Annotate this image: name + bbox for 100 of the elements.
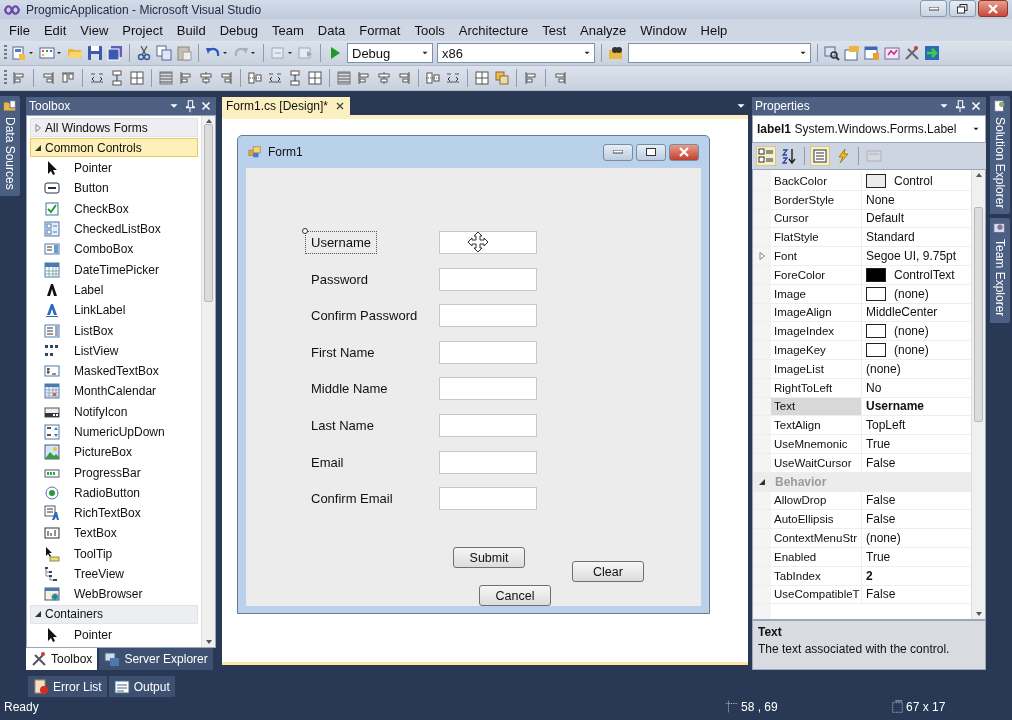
menu-item[interactable]: View [73, 20, 116, 40]
new-project-icon[interactable] [11, 45, 27, 61]
menu-item[interactable]: File [2, 20, 37, 40]
toolbox-item[interactable]: CheckBox [30, 198, 198, 219]
form-label[interactable]: Email [305, 450, 350, 474]
property-value[interactable]: Default [866, 211, 905, 226]
object-browser-icon[interactable] [864, 45, 880, 61]
toolbox-item[interactable]: ListView [30, 340, 198, 361]
property-name[interactable]: AllowDrop [771, 491, 862, 510]
bottom-tab[interactable]: Output [108, 676, 175, 697]
property-value[interactable]: (none) [866, 361, 901, 376]
toolbox-item[interactable]: DateTimePicker [30, 259, 198, 280]
property-name[interactable]: TextAlign [771, 416, 862, 435]
toolbox-item[interactable]: ListBox [30, 320, 198, 341]
text-input[interactable] [439, 413, 537, 437]
toolbox-item[interactable]: MaskedTextBox [30, 360, 198, 382]
property-name[interactable]: Enabled [771, 547, 862, 566]
toolbox-item[interactable]: LinkLabel [30, 300, 198, 321]
toolbox-item[interactable]: ToolTip [30, 543, 198, 564]
form-button[interactable]: Submit [453, 547, 525, 568]
property-value[interactable]: No [866, 380, 882, 395]
panel-tab[interactable]: Toolbox [26, 648, 98, 670]
menu-item[interactable]: Edit [36, 20, 74, 40]
solution-window-icon[interactable] [824, 45, 840, 61]
close-icon[interactable] [199, 99, 213, 113]
save-all-icon[interactable] [107, 45, 123, 61]
property-name[interactable]: FlatStyle [771, 228, 862, 247]
scroll-down-icon[interactable] [974, 611, 983, 617]
layout-icon[interactable] [11, 70, 27, 86]
form-label[interactable]: Confirm Password [305, 304, 424, 328]
layout-icon[interactable] [376, 70, 392, 86]
menu-item[interactable]: Project [115, 20, 170, 40]
toolbox-window-icon[interactable] [884, 45, 900, 61]
copy-icon[interactable] [156, 45, 172, 61]
property-name[interactable]: AutoEllipsis [771, 510, 862, 529]
pin-icon[interactable] [953, 99, 967, 113]
property-name[interactable]: UseCompatibleT [771, 585, 862, 604]
close-icon[interactable] [969, 99, 983, 113]
toolbox-item[interactable]: Label [30, 279, 198, 301]
layout-icon[interactable] [40, 70, 56, 86]
property-value[interactable]: True [866, 437, 891, 452]
menu-item[interactable]: Window [633, 20, 694, 40]
menu-item[interactable]: Data [310, 20, 353, 40]
toolbox-item[interactable]: NotifyIcon [30, 401, 198, 422]
forward-icon[interactable] [298, 45, 314, 61]
menu-item[interactable]: Analyze [573, 20, 634, 40]
text-input[interactable] [439, 340, 537, 364]
menu-item[interactable]: Team [265, 20, 311, 40]
toolbox-item[interactable]: Pointer [30, 158, 198, 179]
toolbox-item[interactable]: ProgressBar [30, 462, 198, 483]
scroll-up-icon[interactable] [974, 172, 983, 178]
configuration-dropdown[interactable]: Debug [347, 43, 433, 63]
scrollbar-thumb[interactable] [974, 207, 983, 422]
toolbox-item[interactable]: WebBrowser [30, 584, 198, 605]
layout-icon[interactable] [60, 70, 76, 86]
toolbox-item[interactable]: Button [30, 178, 198, 199]
layout-icon[interactable] [356, 70, 372, 86]
restore-button[interactable] [949, 0, 976, 17]
toolbox-item[interactable]: TreeView [30, 563, 198, 585]
property-value[interactable]: Control [894, 173, 933, 188]
scrollbar[interactable] [201, 116, 215, 647]
maximize-button[interactable] [636, 143, 666, 161]
toolbox-item[interactable]: NumericUpDown [30, 421, 198, 443]
layout-icon[interactable] [178, 70, 194, 86]
property-value[interactable]: (none) [866, 531, 901, 546]
menu-item[interactable]: Debug [212, 20, 265, 40]
layout-icon[interactable] [267, 70, 283, 86]
property-value[interactable]: False [866, 587, 896, 602]
property-name[interactable]: ImageIndex [771, 322, 862, 341]
close-button[interactable] [978, 0, 1008, 17]
object-selector[interactable]: label1 System.Windows.Forms.Label [752, 115, 986, 143]
save-icon[interactable] [87, 45, 103, 61]
group-header[interactable]: Containers [30, 604, 198, 624]
property-value[interactable]: (none) [894, 324, 929, 339]
property-value[interactable]: (none) [894, 286, 929, 301]
property-name[interactable]: Image [771, 284, 862, 303]
property-name[interactable]: ForeColor [771, 266, 862, 284]
property-value[interactable]: MiddleCenter [866, 305, 938, 320]
property-value[interactable]: False [866, 493, 896, 508]
property-value[interactable]: Segoe UI, 9.75pt [866, 249, 957, 264]
tools-icon[interactable] [904, 45, 920, 61]
group-header[interactable]: Common Controls [30, 138, 198, 157]
menu-item[interactable]: Test [535, 20, 574, 40]
scrollbar-thumb[interactable] [204, 124, 213, 302]
text-input[interactable] [439, 487, 537, 511]
menu-item[interactable]: Architecture [451, 20, 536, 40]
cut-icon[interactable] [136, 45, 152, 61]
side-tab[interactable]: Solution Explorer [990, 96, 1010, 215]
form-label[interactable]: Last Name [305, 413, 380, 437]
toolbox-item[interactable]: Pointer [30, 624, 198, 645]
toolbox-item[interactable]: ComboBox [30, 239, 198, 260]
pin-icon[interactable] [183, 99, 197, 113]
scroll-down-icon[interactable] [204, 639, 213, 645]
layout-icon[interactable] [523, 70, 539, 86]
property-name[interactable]: BorderStyle [771, 190, 862, 209]
bottom-tab[interactable]: Error List [28, 676, 107, 697]
menu-item[interactable]: Help [693, 20, 735, 40]
properties-view-button[interactable] [810, 146, 830, 166]
property-name[interactable]: UseMnemonic [771, 435, 862, 453]
close-button[interactable] [669, 143, 699, 161]
